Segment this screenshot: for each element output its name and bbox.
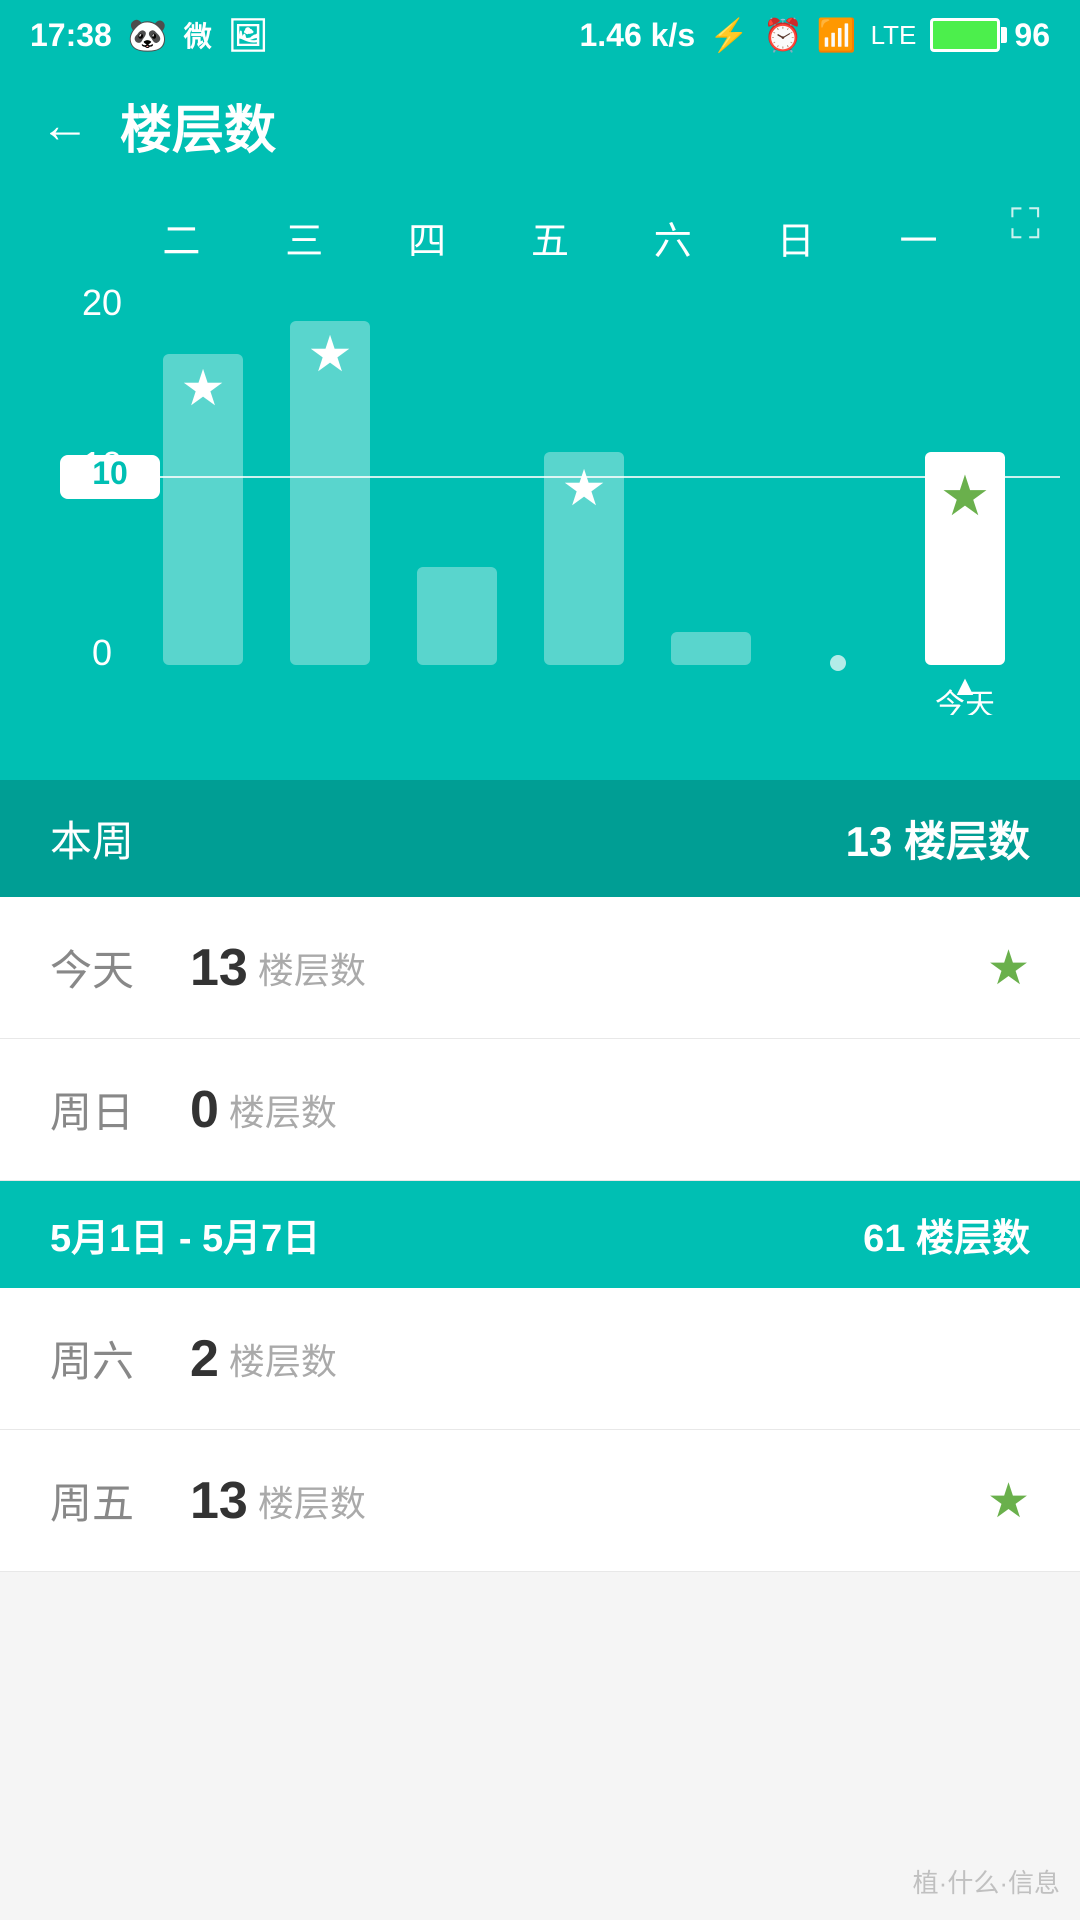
back-button[interactable]: ← (40, 96, 90, 154)
week-section-header: 5月1日 - 5月7日 61 楼层数 (0, 1181, 1080, 1288)
status-bar: 17:38 🐼 微 🖼 1.46 k/s ⚡ ⏰ 📶 LTE 96 (0, 0, 1080, 70)
friday-unit: 楼层数 (258, 1475, 366, 1527)
page-title: 楼层数 (120, 88, 276, 163)
sunday-value: 0 (190, 1080, 219, 1140)
svg-text:★: ★ (940, 464, 990, 527)
time: 17:38 (30, 17, 112, 54)
sunday-unit: 楼层数 (229, 1084, 337, 1136)
summary-value-label: 13 楼层数 (846, 808, 1030, 869)
saturday-value: 2 (190, 1329, 219, 1389)
network-speed: 1.46 k/s (579, 17, 695, 54)
day-label-三: 三 (285, 210, 323, 265)
battery-icon (930, 18, 1000, 52)
day-label-五: 五 (531, 210, 569, 265)
lte-label: LTE (871, 20, 917, 51)
header: ← 楼层数 (0, 70, 1080, 180)
svg-text:★: ★ (562, 460, 607, 516)
today-day-label: 今天 (50, 937, 190, 998)
week-range-label: 5月1日 - 5月7日 (50, 1207, 320, 1262)
friday-day-label: 周五 (50, 1470, 190, 1531)
sunday-list-item: 周日 0 楼层数 (0, 1039, 1080, 1181)
saturday-list-item: 周六 2 楼层数 (0, 1288, 1080, 1430)
image-icon: 🖼 (228, 16, 269, 54)
battery-percent: 96 (1014, 17, 1050, 54)
svg-text:0: 0 (92, 632, 112, 673)
chart-container: ⛶ 二 三 四 五 六 日 一 20 10 0 10 ★ (0, 180, 1080, 780)
expand-icon[interactable]: ⛶ (1011, 200, 1040, 249)
svg-text:★: ★ (181, 360, 226, 416)
friday-list-item: 周五 13 楼层数 ★ (0, 1430, 1080, 1572)
week-total-label: 61 楼层数 (863, 1207, 1030, 1262)
today-unit: 楼层数 (258, 942, 366, 994)
sunday-day-label: 周日 (50, 1079, 190, 1140)
saturday-unit: 楼层数 (229, 1333, 337, 1385)
status-left: 17:38 🐼 微 🖼 (30, 15, 268, 55)
watermark: 植·什么·信息 (913, 1863, 1060, 1900)
svg-text:10: 10 (92, 455, 128, 491)
day-labels: 二 三 四 五 六 日 一 (40, 200, 1040, 275)
svg-text:今天: 今天 (935, 689, 995, 715)
svg-text:★: ★ (308, 326, 353, 382)
today-value: 13 (190, 938, 248, 998)
saturday-day-label: 周六 (50, 1328, 190, 1389)
friday-value: 13 (190, 1471, 248, 1531)
status-right: 1.46 k/s ⚡ ⏰ 📶 LTE 96 (579, 16, 1050, 54)
day-label-一: 一 (899, 210, 937, 265)
weibo-icon: 微 (184, 15, 212, 55)
day-label-六: 六 (654, 210, 692, 265)
svg-text:20: 20 (82, 285, 122, 323)
day-label-日: 日 (777, 210, 815, 265)
friday-star-icon: ★ (987, 1473, 1030, 1529)
today-list-item: 今天 13 楼层数 ★ (0, 897, 1080, 1039)
today-star-icon: ★ (987, 940, 1030, 996)
summary-period-label: 本周 (50, 808, 134, 869)
day-label-四: 四 (408, 210, 446, 265)
signal-icon: 📶 (817, 16, 857, 54)
panda-icon: 🐼 (128, 16, 168, 54)
alarm-icon: ⏰ (763, 16, 803, 54)
day-label-二: 二 (162, 210, 200, 265)
bluetooth-icon: ⚡ (709, 16, 749, 54)
summary-bar: 本周 13 楼层数 (0, 780, 1080, 897)
chart-area: 20 10 0 10 ★ ★ ★ (40, 275, 1040, 780)
